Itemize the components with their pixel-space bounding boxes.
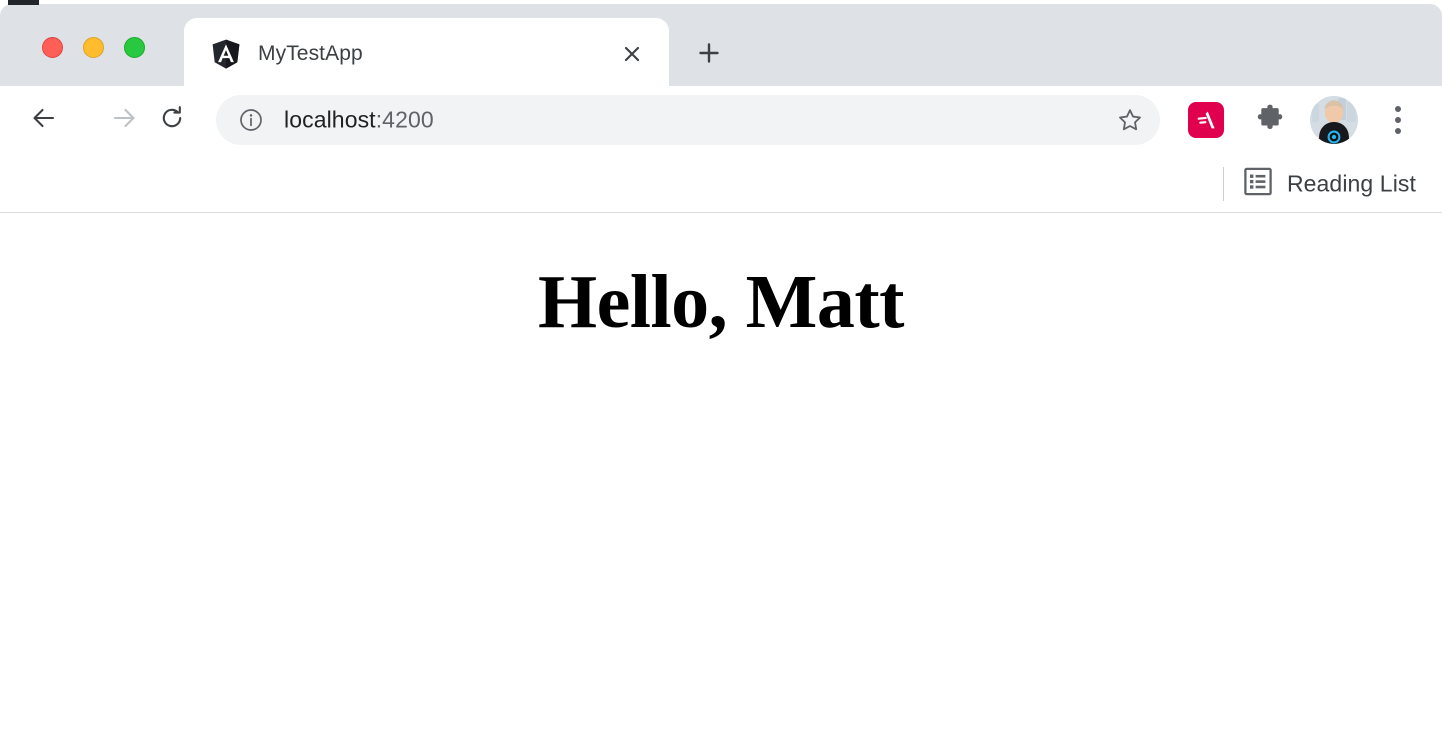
page-title: Hello, Matt — [538, 260, 904, 344]
address-bar[interactable]: localhost:4200 — [216, 95, 1160, 145]
star-outline-icon[interactable] — [1112, 102, 1148, 138]
extensions-button[interactable] — [1252, 102, 1288, 138]
info-circle-icon[interactable] — [238, 107, 264, 133]
tab-title: MyTestApp — [258, 42, 363, 65]
brand-extension-button[interactable] — [1188, 102, 1224, 138]
window-controls — [42, 37, 145, 58]
a-glyph-icon — [1188, 102, 1224, 138]
chrome-menu-button[interactable] — [1382, 102, 1414, 138]
reading-list-label: Reading List — [1286, 170, 1416, 196]
bookmarks-divider — [1223, 166, 1224, 201]
tab-strip: MyTestApp — [0, 4, 1442, 90]
puzzle-piece-icon — [1254, 102, 1286, 139]
window-close-button[interactable] — [42, 37, 63, 58]
profile-button[interactable] — [1310, 96, 1358, 144]
back-button[interactable] — [24, 100, 64, 140]
reload-icon — [157, 103, 187, 138]
bookmarks-bar: Reading List — [0, 154, 1442, 213]
browser-tab-active[interactable]: MyTestApp — [184, 18, 669, 90]
browser-window: MyTestApp localhost:4200 Reading List He… — [0, 0, 1442, 750]
window-minimize-button[interactable] — [83, 37, 104, 58]
plus-icon — [697, 41, 721, 70]
reload-button[interactable] — [152, 100, 192, 140]
three-dots-vertical-icon — [1395, 106, 1401, 134]
url-host: localhost — [284, 106, 376, 133]
browser-toolbar: localhost:4200 — [0, 86, 1442, 154]
window-maximize-button[interactable] — [124, 37, 145, 58]
forward-button[interactable] — [104, 100, 144, 140]
list-view-icon — [1243, 166, 1273, 201]
avatar — [1310, 96, 1358, 144]
page-viewport: Hello, Matt — [0, 213, 1442, 750]
close-icon[interactable] — [617, 39, 647, 69]
address-bar-text: localhost:4200 — [284, 107, 434, 134]
angular-logo-icon — [210, 38, 242, 70]
arrow-left-icon — [29, 103, 59, 138]
new-tab-button[interactable] — [690, 36, 728, 74]
url-port: :4200 — [375, 106, 434, 133]
window-top-notch — [8, 0, 39, 5]
arrow-right-icon — [109, 103, 139, 138]
reading-list-button[interactable]: Reading List — [1243, 166, 1416, 201]
